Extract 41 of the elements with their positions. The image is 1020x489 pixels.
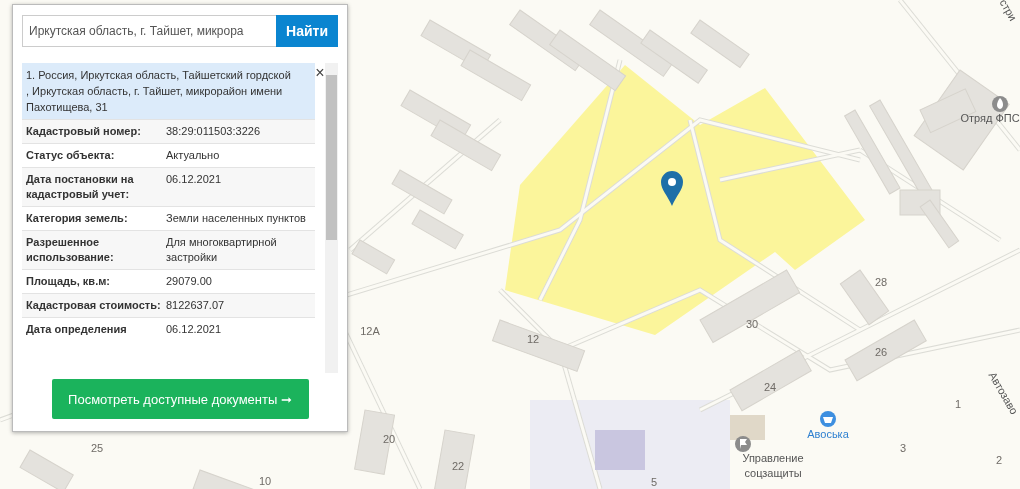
search-button[interactable]: Найти xyxy=(276,15,338,47)
shop-label: Авоська xyxy=(807,428,849,440)
house-number: 3 xyxy=(899,442,907,454)
flag-icon xyxy=(735,436,751,452)
result-address[interactable]: 1. Россия, Иркутская область, Тайшетский гордской , Иркутская область, г. Тайшет, микрорайон имени Пахотищева, 31 xyxy=(22,63,316,119)
field-label: Категория земель: xyxy=(26,211,129,226)
field-value: 06.12.2021 xyxy=(166,322,223,337)
place-label: соцзащиты xyxy=(744,467,802,479)
house-number: 25 xyxy=(90,442,104,454)
field-label: Разрешенное использование: xyxy=(26,235,115,265)
field-label: Кадастровая стоимость: xyxy=(26,298,162,313)
place-label: Отряд ФПС xyxy=(960,112,1020,124)
map-pin-icon xyxy=(661,171,683,206)
field-value: 06.12.2021 xyxy=(166,172,223,187)
basket-icon xyxy=(820,411,836,427)
scrollbar[interactable] xyxy=(325,63,338,373)
field-value: Земли населенных пунктов xyxy=(166,211,307,226)
field-value: 8122637.07 xyxy=(166,298,226,313)
field-label: Статус объекта: xyxy=(26,148,116,163)
house-number: 1 xyxy=(954,398,962,410)
field-label: Дата определения xyxy=(26,322,128,337)
house-number: 26 xyxy=(874,346,888,358)
house-number: 12А xyxy=(360,325,380,337)
house-number: 20 xyxy=(382,433,396,445)
field-value: 29079.00 xyxy=(166,274,213,289)
house-number: 2 xyxy=(995,454,1003,466)
house-number: 5 xyxy=(650,476,658,488)
place-label: Управление xyxy=(742,452,804,464)
house-number: 12 xyxy=(526,333,540,345)
field-value: 38:29:011503:3226 xyxy=(166,124,261,139)
house-number: 10 xyxy=(258,475,272,487)
house-number: 30 xyxy=(745,318,759,330)
house-number: 28 xyxy=(874,276,888,288)
house-number: 24 xyxy=(763,381,777,393)
field-value: Актуально xyxy=(166,148,221,163)
field-label: Дата постановки на кадастровый учет: xyxy=(26,172,135,202)
house-number: 22 xyxy=(451,460,465,472)
field-value: Для многоквартирной застройки xyxy=(166,235,278,265)
field-label: Площадь, кв.м: xyxy=(26,274,111,289)
field-label: Кадастровый номер: xyxy=(26,124,142,139)
search-field[interactable]: Иркутская область, г. Тайшет, микрора xyxy=(22,15,276,47)
